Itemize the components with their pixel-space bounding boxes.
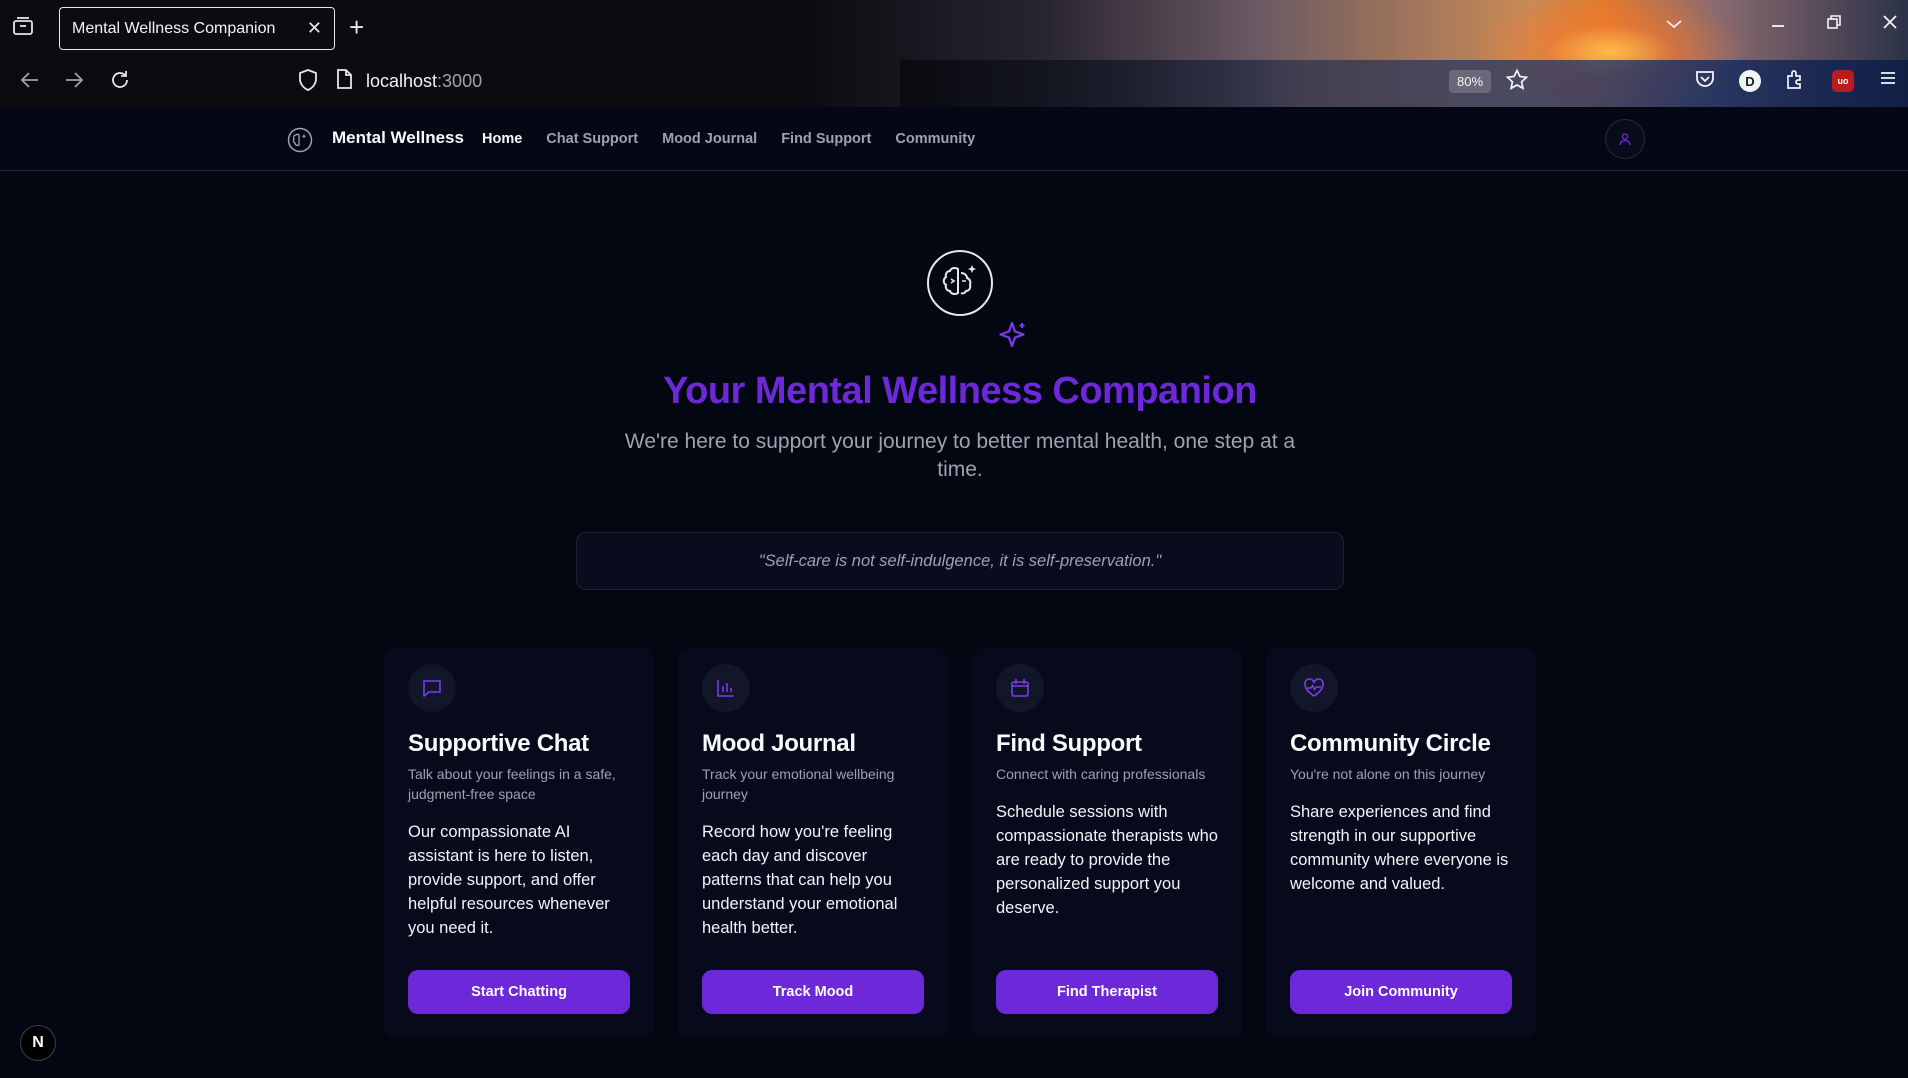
minimize-icon[interactable] [1770, 14, 1786, 35]
find-therapist-button[interactable]: Find Therapist [996, 970, 1218, 1014]
card-description: You're not alone on this journey [1290, 766, 1486, 782]
calendar-icon [996, 664, 1044, 712]
tab-bar: Mental Wellness Companion ✕ + [0, 0, 1908, 56]
star-icon[interactable] [1505, 68, 1529, 98]
card-body: Record how you're feeling each day and d… [702, 823, 898, 937]
nav-home[interactable]: Home [482, 131, 522, 147]
back-icon[interactable] [18, 68, 42, 98]
extensions-icon[interactable] [1784, 68, 1806, 96]
main-nav: Home Chat Support Mood Journal Find Supp… [482, 131, 975, 147]
card-description: Connect with caring professionals [996, 766, 1206, 782]
card-body: Share experiences and find strength in o… [1290, 803, 1509, 893]
nav-chat-support[interactable]: Chat Support [546, 131, 638, 147]
app-header: Mental Wellness Home Chat Support Mood J… [0, 107, 1908, 171]
card-body: Our compassionate AI assistant is here t… [408, 823, 610, 937]
card-community-circle: Community Circle You're not alone on thi… [1266, 648, 1536, 1038]
card-find-support: Find Support Connect with caring profess… [972, 648, 1242, 1038]
reload-icon[interactable] [108, 68, 132, 98]
card-body: Schedule sessions with compassionate the… [996, 803, 1218, 917]
user-icon [1619, 133, 1631, 146]
url-port: :3000 [437, 71, 483, 91]
nav-find-support[interactable]: Find Support [781, 131, 871, 147]
card-title: Mood Journal [702, 730, 856, 757]
brain-icon [927, 250, 993, 316]
zoom-level[interactable]: 80% [1449, 70, 1492, 93]
card-supportive-chat: Supportive Chat Talk about your feelings… [384, 648, 654, 1038]
browser-chrome: Mental Wellness Companion ✕ + localhost:… [0, 0, 1908, 107]
tab-active[interactable]: Mental Wellness Companion ✕ [59, 7, 335, 50]
window-close-icon[interactable] [1882, 14, 1898, 35]
card-mood-journal: Mood Journal Track your emotional wellbe… [678, 648, 948, 1038]
nav-mood-journal[interactable]: Mood Journal [662, 131, 757, 147]
nav-community[interactable]: Community [895, 131, 975, 147]
brain-logo-icon[interactable] [287, 127, 313, 153]
card-title: Find Support [996, 730, 1142, 757]
start-chatting-button[interactable]: Start Chatting [408, 970, 630, 1014]
url-host: localhost [366, 71, 438, 91]
quote-text: "Self-care is not self-indulgence, it is… [758, 551, 1162, 570]
shield-icon[interactable] [297, 68, 319, 98]
quote-card: "Self-care is not self-indulgence, it is… [576, 532, 1344, 590]
page-icon [335, 68, 353, 96]
brand-name[interactable]: Mental Wellness [332, 128, 464, 148]
track-mood-button[interactable]: Track Mood [702, 970, 924, 1014]
menu-icon[interactable] [1878, 68, 1898, 94]
restore-icon[interactable] [1826, 14, 1842, 35]
navigation-toolbar: localhost:3000 80% D uo [0, 56, 1908, 106]
ublock-icon[interactable]: uo [1832, 70, 1854, 92]
page-title: Your Mental Wellness Companion [663, 370, 1257, 412]
bar-chart-icon [702, 664, 750, 712]
new-tab-icon[interactable]: + [349, 12, 364, 43]
sparkle-icon [996, 320, 1028, 357]
user-avatar-button[interactable] [1605, 119, 1645, 159]
chat-icon [408, 664, 456, 712]
profile-extension-icon[interactable]: D [1739, 70, 1761, 92]
feature-cards: Supportive Chat Talk about your feelings… [384, 648, 1536, 1038]
hero-subtitle: We're here to support your journey to be… [624, 430, 1296, 481]
dev-tools-badge[interactable]: N [20, 1025, 56, 1061]
card-description: Talk about your feelings in a safe, judg… [408, 766, 616, 802]
pocket-icon[interactable] [1694, 68, 1716, 96]
card-title: Community Circle [1290, 730, 1491, 757]
heart-pulse-icon [1290, 664, 1338, 712]
close-icon[interactable]: ✕ [307, 18, 322, 39]
forward-icon[interactable] [62, 68, 86, 98]
chevron-down-icon[interactable] [1665, 14, 1683, 35]
join-community-button[interactable]: Join Community [1290, 970, 1512, 1014]
tab-title: Mental Wellness Companion [72, 19, 276, 37]
url-bar[interactable]: localhost:3000 [366, 71, 482, 92]
card-description: Track your emotional wellbeing journey [702, 766, 895, 802]
card-title: Supportive Chat [408, 730, 589, 757]
tab-list-icon[interactable] [12, 16, 38, 40]
